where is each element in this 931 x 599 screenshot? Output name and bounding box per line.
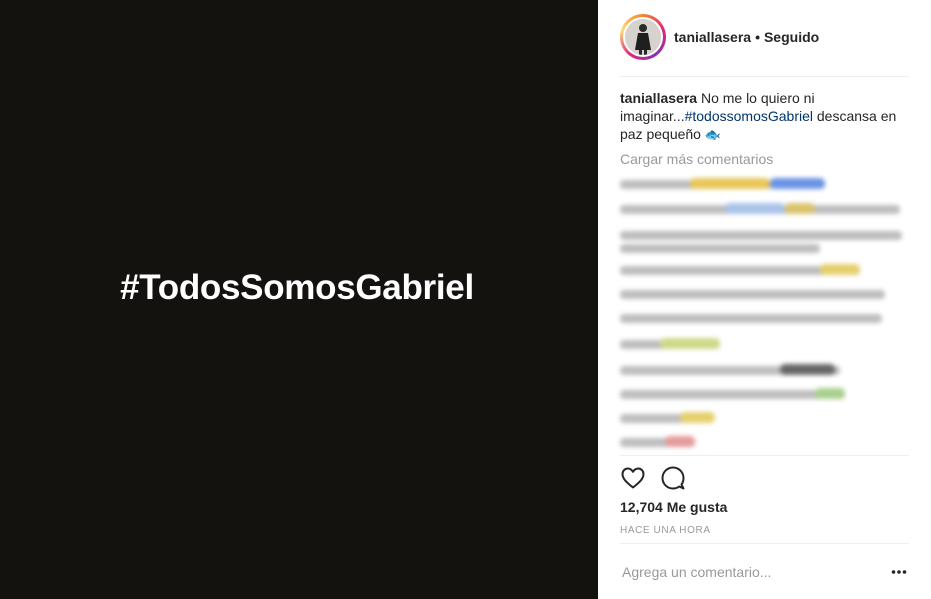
post-timestamp[interactable]: HACE UNA HORA bbox=[620, 525, 711, 536]
person-silhouette-icon bbox=[625, 19, 661, 55]
avatar[interactable] bbox=[620, 14, 666, 60]
follow-status-button[interactable]: Seguido bbox=[764, 29, 819, 45]
blurred-emoji bbox=[770, 178, 825, 189]
header-username[interactable]: taniallasera bbox=[674, 29, 751, 45]
like-count[interactable]: 12,704 Me gusta bbox=[620, 499, 727, 515]
post-caption: taniallasera No me lo quiero ni imaginar… bbox=[620, 89, 912, 144]
blurred-comment bbox=[620, 231, 902, 240]
blurred-emoji bbox=[725, 203, 785, 214]
blurred-comments-list bbox=[620, 174, 910, 456]
blurred-comment bbox=[620, 244, 820, 253]
comment-icon[interactable] bbox=[660, 465, 686, 491]
blurred-emoji bbox=[680, 412, 715, 423]
header-separator: • bbox=[755, 29, 760, 45]
avatar-border bbox=[623, 17, 663, 57]
blurred-comment bbox=[620, 314, 882, 323]
caption-username[interactable]: taniallasera bbox=[620, 90, 697, 106]
fish-emoji-icon: 🐟 bbox=[704, 127, 722, 142]
heart-icon[interactable] bbox=[620, 465, 646, 491]
header-user-line: taniallasera • Seguido bbox=[674, 29, 819, 45]
more-options-icon[interactable] bbox=[890, 563, 908, 581]
blurred-emoji bbox=[815, 388, 845, 399]
blurred-emoji bbox=[780, 364, 835, 375]
divider bbox=[620, 455, 909, 456]
blurred-emoji bbox=[690, 178, 770, 189]
blurred-comment bbox=[620, 390, 845, 399]
load-more-comments-link[interactable]: Cargar más comentarios bbox=[620, 151, 773, 167]
instagram-post-view: #TodosSomosGabriel taniallasera • Seguid… bbox=[0, 0, 931, 599]
post-media[interactable]: #TodosSomosGabriel bbox=[0, 0, 598, 599]
media-overlay-text: #TodosSomosGabriel bbox=[120, 268, 474, 307]
caption-hashtag-link[interactable]: #todossomosGabriel bbox=[685, 108, 813, 124]
avatar-image bbox=[625, 19, 661, 55]
comment-input[interactable] bbox=[620, 560, 874, 584]
blurred-emoji bbox=[665, 436, 695, 447]
post-sidebar: taniallasera • Seguido taniallasera No me … bbox=[598, 0, 931, 599]
blurred-comment bbox=[620, 290, 885, 299]
blurred-emoji bbox=[785, 203, 815, 214]
blurred-emoji bbox=[660, 338, 720, 349]
post-header: taniallasera • Seguido bbox=[620, 14, 909, 77]
divider bbox=[620, 543, 909, 544]
blurred-emoji bbox=[820, 264, 860, 275]
